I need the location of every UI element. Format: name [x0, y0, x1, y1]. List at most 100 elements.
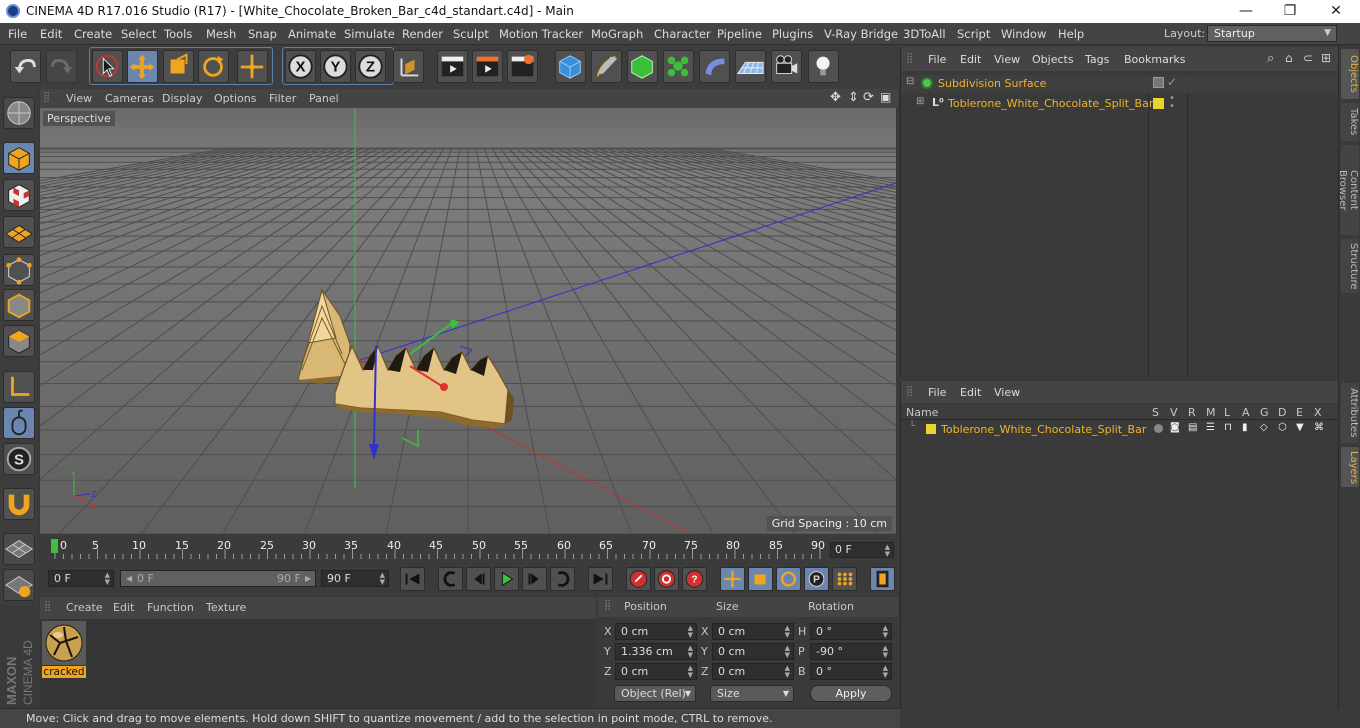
rotation-h-field[interactable]: 0 ° ▲ ▼	[810, 623, 892, 640]
record-active-button[interactable]	[626, 567, 651, 591]
transform-tool-button[interactable]	[237, 50, 268, 83]
size-x-field[interactable]: 0 cm ▲ ▼	[712, 623, 794, 640]
tab-takes[interactable]: Takes	[1341, 103, 1359, 141]
size-z-field[interactable]: 0 cm ▲ ▼	[712, 663, 794, 680]
camera-label[interactable]: Perspective	[43, 111, 115, 126]
link-icon[interactable]: ⊂	[1303, 51, 1313, 65]
layer-color-swatch[interactable]	[1153, 98, 1164, 109]
eye-icon[interactable]: ◙	[1170, 422, 1180, 433]
go-to-start-button[interactable]	[400, 567, 425, 591]
snap-button[interactable]: S	[3, 443, 35, 475]
add-cube-button[interactable]	[555, 50, 586, 83]
menu-tools[interactable]: Tools	[164, 27, 192, 41]
workplane-lock-button[interactable]	[3, 533, 35, 565]
menu-select[interactable]: Select	[121, 27, 156, 41]
model-mode-button[interactable]	[3, 142, 35, 174]
add-spline-pen-button[interactable]	[591, 50, 622, 83]
pan-view-icon[interactable]: ✥	[830, 90, 841, 105]
object-menu-edit[interactable]: Edit	[960, 53, 981, 66]
minimize-button[interactable]: —	[1224, 2, 1268, 20]
menu-help[interactable]: Help	[1058, 27, 1084, 41]
column-name[interactable]: Name	[906, 406, 938, 419]
tab-structure[interactable]: Structure	[1341, 239, 1359, 293]
x-axis-lock-button[interactable]: X	[285, 50, 316, 83]
maximize-button[interactable]: ❐	[1268, 2, 1312, 20]
column-locked[interactable]: L	[1224, 406, 1230, 419]
edges-mode-button[interactable]	[3, 289, 35, 321]
close-button[interactable]: ✕	[1314, 2, 1358, 20]
expand-icon[interactable]: ⊞	[916, 96, 924, 107]
xref-icon[interactable]: ⌘	[1314, 422, 1324, 433]
min-time-field[interactable]: 0 F ▲ ▼	[48, 570, 114, 587]
column-animation[interactable]: A	[1242, 406, 1250, 419]
layer-color-swatch[interactable]	[926, 424, 936, 434]
make-editable-button[interactable]	[3, 97, 35, 129]
autokey-button[interactable]	[654, 567, 679, 591]
time-range-slider[interactable]: ◀ 0 F 90 F ▶	[120, 570, 316, 587]
live-selection-button[interactable]	[92, 50, 123, 83]
menu-mograph[interactable]: MoGraph	[591, 27, 643, 41]
previous-key-button[interactable]	[438, 567, 463, 591]
points-mode-button[interactable]	[3, 254, 35, 286]
current-frame-field[interactable]: 0 F ▲ ▼	[830, 542, 894, 558]
render-view-button[interactable]	[437, 50, 468, 83]
rotate-view-icon[interactable]: ⟳	[863, 90, 874, 105]
tab-content-browser[interactable]: Content Browser	[1337, 145, 1359, 235]
apply-button[interactable]: Apply	[810, 685, 892, 702]
tab-objects[interactable]: Objects	[1341, 49, 1359, 99]
column-render[interactable]: R	[1188, 406, 1196, 419]
magnet-button[interactable]	[3, 488, 35, 520]
material-menu-texture[interactable]: Texture	[206, 601, 246, 614]
column-solo[interactable]: S	[1152, 406, 1159, 419]
home-icon[interactable]: ⌂	[1285, 51, 1293, 65]
column-deformers[interactable]: D	[1278, 406, 1286, 419]
manager-list-icon[interactable]: ☰	[1206, 422, 1215, 433]
key-parameter-button[interactable]: P	[804, 567, 829, 591]
menu-render[interactable]: Render	[402, 27, 443, 41]
layer-menu-view[interactable]: View	[994, 386, 1020, 399]
menu-character[interactable]: Character	[654, 27, 711, 41]
add-floor-button[interactable]	[735, 50, 766, 83]
solo-dot-icon[interactable]	[1154, 424, 1163, 433]
column-visible[interactable]: V	[1170, 406, 1178, 419]
rotate-tool-button[interactable]	[198, 50, 229, 83]
generator-icon[interactable]: ◇	[1260, 422, 1268, 433]
viewport-menu-display[interactable]: Display	[162, 92, 203, 105]
rotation-p-field[interactable]: -90 ° ▲ ▼	[810, 643, 892, 660]
quantize-button[interactable]	[3, 569, 35, 601]
material-swatch-cracked[interactable]: cracked	[42, 621, 86, 679]
menu-window[interactable]: Window	[1001, 27, 1046, 41]
film-icon[interactable]: ▮	[1242, 422, 1248, 433]
menu-vray-bridge[interactable]: V-Ray Bridge	[824, 27, 898, 41]
layer-menu-edit[interactable]: Edit	[960, 386, 981, 399]
deformer-icon[interactable]: ⬡	[1278, 422, 1287, 433]
scale-tool-button[interactable]	[163, 50, 194, 83]
play-button[interactable]	[494, 567, 519, 591]
position-x-field[interactable]: 0 cm ▲ ▼	[615, 623, 697, 640]
menu-snap[interactable]: Snap	[248, 27, 277, 41]
search-icon[interactable]: ⌕	[1267, 51, 1274, 66]
position-z-field[interactable]: 0 cm ▲ ▼	[615, 663, 697, 680]
previous-frame-button[interactable]	[466, 567, 491, 591]
perspective-viewport[interactable]: Y Z X Perspective Grid Spacing : 10 cm	[40, 108, 896, 534]
menu-pipeline[interactable]: Pipeline	[717, 27, 762, 41]
object-row-toblerone[interactable]: ⊞ L⁰ Toblerone_White_Chocolate_Split_Bar…	[901, 94, 1339, 113]
menu-animate[interactable]: Animate	[288, 27, 336, 41]
menu-script[interactable]: Script	[957, 27, 990, 41]
menu-edit[interactable]: Edit	[40, 27, 62, 41]
column-manager[interactable]: M	[1206, 406, 1216, 419]
menu-file[interactable]: File	[8, 27, 27, 41]
add-cloner-button[interactable]	[663, 50, 694, 83]
visibility-dots-icon[interactable]	[1153, 77, 1164, 88]
viewport-menu-panel[interactable]: Panel	[309, 92, 339, 105]
column-expressions[interactable]: E	[1296, 406, 1303, 419]
viewport-menu-options[interactable]: Options	[214, 92, 256, 105]
collapse-icon[interactable]: ⊟	[906, 76, 914, 87]
undo-button[interactable]	[10, 50, 41, 83]
lock-icon[interactable]: ⊓	[1224, 422, 1232, 433]
maximize-view-icon[interactable]: ▣	[880, 90, 891, 104]
column-xref[interactable]: X	[1314, 406, 1322, 419]
viewport-menu-view[interactable]: View	[66, 92, 92, 105]
workplane-mode-button[interactable]	[3, 216, 35, 248]
axis-mode-button[interactable]	[3, 371, 35, 403]
